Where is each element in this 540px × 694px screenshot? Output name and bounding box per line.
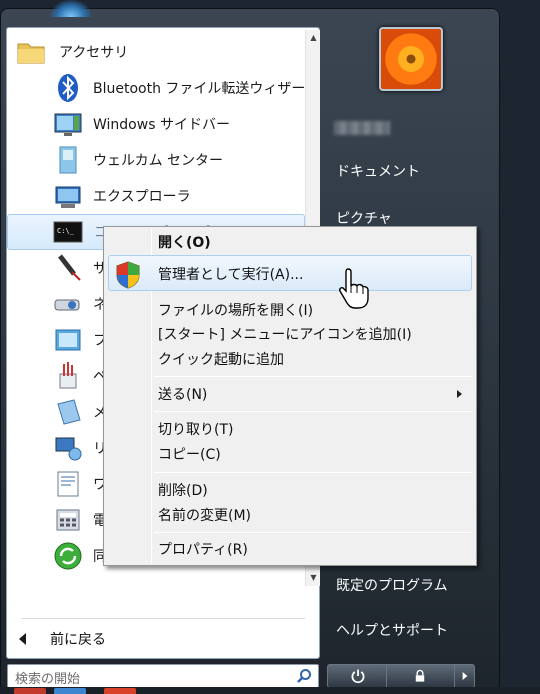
lock-icon <box>415 669 425 682</box>
wordpad-icon <box>57 471 79 497</box>
lock-button[interactable] <box>387 664 455 688</box>
program-item-bluetooth[interactable]: Bluetooth ファイル転送ウィザー <box>7 70 305 106</box>
search-input[interactable]: 検索の開始 <box>7 664 319 688</box>
menu-item-rename[interactable]: 名前の変更(M) <box>158 505 251 525</box>
notepad-icon <box>57 399 81 425</box>
back-button[interactable]: 前に戻る <box>19 626 106 652</box>
chevron-right-icon <box>462 672 468 680</box>
folder-icon <box>17 43 45 64</box>
taskbar-app-icon[interactable] <box>14 688 46 694</box>
menu-item-send-to[interactable]: 送る(N) <box>158 384 207 404</box>
program-label: アクセサリ <box>59 45 129 61</box>
program-label: Bluetooth ファイル転送ウィザー <box>93 81 306 97</box>
menu-separator <box>154 376 472 377</box>
start-menu-screen: アクセサリ Bluetooth ファイル転送ウィザー Windows サイドバー <box>0 0 540 694</box>
svg-text:C:\_: C:\_ <box>57 227 75 235</box>
menu-item-run-as-admin[interactable]: 管理者として実行(A)... <box>158 264 303 284</box>
menu-item-copy[interactable]: コピー(C) <box>158 444 221 464</box>
user-avatar[interactable] <box>379 27 443 91</box>
hand-cursor-icon <box>339 268 369 309</box>
default-programs-link[interactable]: 既定のプログラム <box>336 575 448 595</box>
program-label: Windows サイドバー <box>93 117 230 133</box>
taskbar-app-icon[interactable] <box>54 688 86 694</box>
paint-icon <box>59 362 77 389</box>
search-placeholder: 検索の開始 <box>15 672 81 687</box>
sidebar-icon <box>54 113 82 136</box>
menu-item-cut[interactable]: 切り取り(T) <box>158 419 233 439</box>
scroll-down-icon[interactable]: ▼ <box>306 570 321 585</box>
menu-item-properties[interactable]: プロパティ(R) <box>158 539 248 559</box>
documents-link[interactable]: ドキュメント <box>336 161 420 181</box>
context-menu: 開く(O) 管理者として実行(A)... ファイルの場所を開く(I) [スタート… <box>103 226 477 566</box>
help-support-link[interactable]: ヘルプとサポート <box>336 620 448 640</box>
power-controls <box>327 664 475 688</box>
program-label: ウェルカム センター <box>93 153 224 169</box>
menu-item-open[interactable]: 開く(O) <box>158 232 211 252</box>
start-orb-glow <box>49 0 93 17</box>
menu-item-add-quick-launch[interactable]: クイック起動に追加 <box>158 349 284 369</box>
tablet-icon <box>55 329 81 351</box>
explorer-icon <box>55 186 81 208</box>
welcome-center-icon <box>59 146 77 174</box>
menu-item-pin-to-start[interactable]: [スタート] メニューにアイコンを追加(I) <box>158 324 412 344</box>
menu-separator <box>154 472 472 473</box>
program-item-sidebar[interactable]: Windows サイドバー <box>7 106 305 142</box>
command-prompt-icon: C:\_ <box>53 221 83 243</box>
user-name-blurred[interactable] <box>334 121 390 135</box>
program-item-accessories[interactable]: アクセサリ <box>7 34 305 70</box>
projector-icon <box>54 299 80 311</box>
sync-center-icon <box>54 542 82 570</box>
pictures-link[interactable]: ピクチャ <box>336 208 392 228</box>
search-icon[interactable] <box>296 668 312 684</box>
uac-shield-icon <box>116 261 140 289</box>
power-options-button[interactable] <box>455 664 475 688</box>
program-item-explorer[interactable]: エクスプローラ <box>7 178 305 214</box>
menu-item-open-file-location[interactable]: ファイルの場所を開く(I) <box>158 300 313 320</box>
shutdown-button[interactable] <box>327 664 387 688</box>
program-item-welcome-center[interactable]: ウェルカム センター <box>7 142 305 178</box>
bluetooth-icon <box>58 74 78 102</box>
calculator-icon <box>56 509 80 531</box>
back-label: 前に戻る <box>50 632 106 648</box>
remote-desktop-icon <box>55 437 82 461</box>
back-arrow-icon <box>19 633 26 645</box>
program-label: エクスプローラ <box>93 189 191 205</box>
microphone-icon <box>58 254 81 281</box>
scroll-up-icon[interactable]: ▲ <box>306 30 321 45</box>
menu-separator <box>154 411 472 412</box>
menu-separator <box>154 532 472 533</box>
submenu-arrow-icon <box>457 390 462 398</box>
menu-item-delete[interactable]: 削除(D) <box>158 480 208 500</box>
power-icon <box>351 669 365 683</box>
taskbar-app-icon[interactable] <box>104 688 136 694</box>
left-panel-divider <box>21 618 305 619</box>
